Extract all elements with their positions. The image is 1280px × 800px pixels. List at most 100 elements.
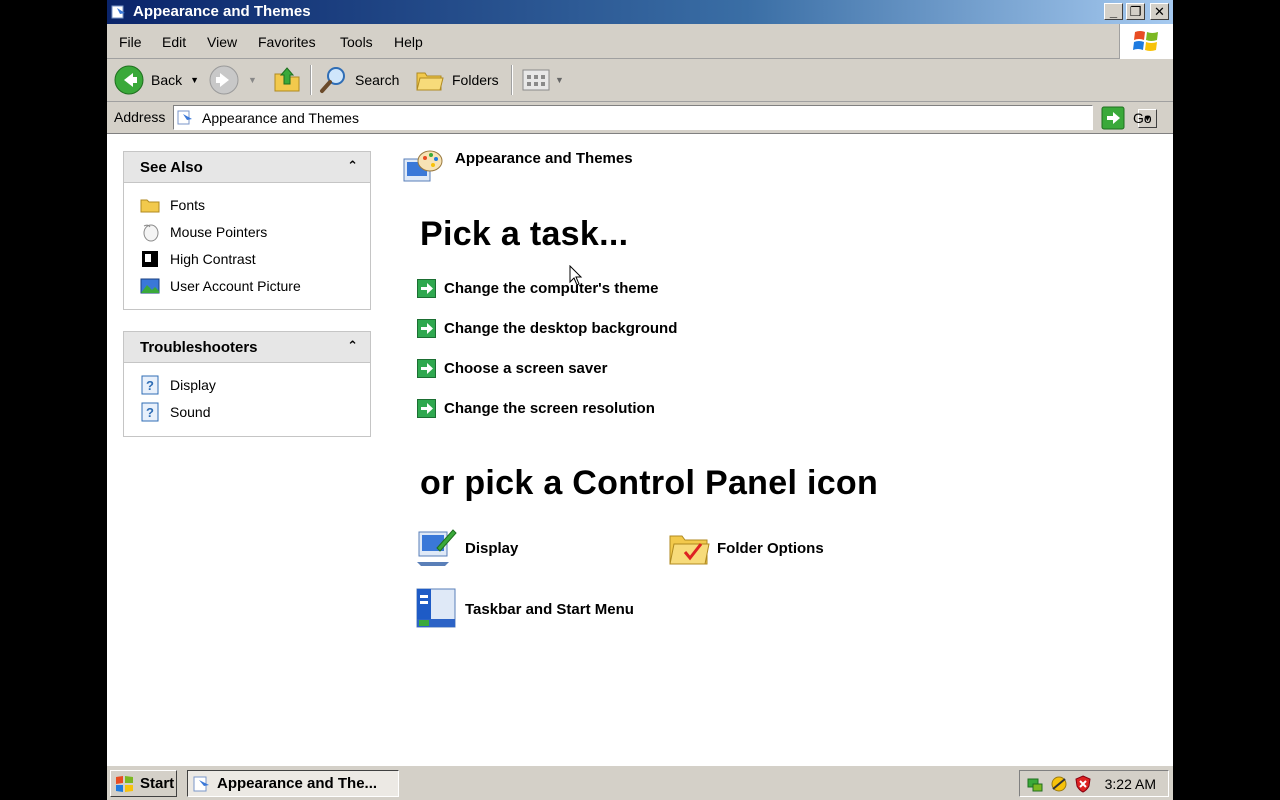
window-title: Appearance and Themes (133, 3, 311, 20)
see-also-panel: See Also ⌃ Fonts Mouse Pointers High Con… (123, 151, 371, 310)
see-also-header[interactable]: See Also ⌃ (124, 152, 370, 183)
address-input[interactable]: Appearance and Themes ▼ (173, 105, 1157, 130)
see-also-item-label: Fonts (170, 196, 206, 213)
display-icon (417, 529, 457, 566)
taskbar-icon (416, 588, 456, 628)
cp-icon-taskbar-start-menu[interactable]: Taskbar and Start Menu (415, 587, 634, 631)
up-folder-button[interactable] (271, 64, 303, 96)
toolbar: Back ▼ ▼ Search Folders ▼ (107, 59, 1173, 102)
menu-view[interactable]: View (207, 34, 237, 50)
collapse-icon[interactable]: ⌃ (347, 158, 358, 174)
search-label: Search (355, 72, 400, 88)
back-dropdown-icon[interactable]: ▼ (190, 75, 199, 85)
back-label: Back (151, 72, 183, 88)
views-icon (522, 69, 550, 91)
address-bar: Address Appearance and Themes ▼ Go (107, 102, 1173, 134)
task-label: Change the computer's theme (444, 279, 659, 297)
help-icon: ? (141, 402, 159, 421)
start-button[interactable]: Start (110, 770, 177, 797)
svg-text:?: ? (146, 378, 154, 393)
task-label: Change the desktop background (444, 319, 678, 337)
views-button[interactable]: ▼ (521, 64, 564, 96)
task-label: Choose a screen saver (444, 359, 608, 377)
cp-icon-label: Display (465, 539, 519, 557)
task-change-background[interactable]: Change the desktop background (417, 317, 677, 339)
pick-task-heading: Pick a task... (420, 215, 629, 253)
control-panel-icon (193, 776, 209, 791)
see-also-item-label: User Account Picture (170, 277, 301, 294)
network-icon[interactable] (1026, 775, 1044, 793)
back-button[interactable]: Back ▼ (113, 64, 199, 96)
taskbar-button-appearance-themes[interactable]: Appearance and The... (187, 770, 399, 797)
menu-file[interactable]: File (119, 34, 142, 50)
search-icon (320, 67, 345, 93)
troubleshooter-sound[interactable]: ? Sound (124, 398, 370, 425)
task-screen-saver[interactable]: Choose a screen saver (417, 357, 607, 379)
troubleshooter-display[interactable]: ? Display (124, 371, 370, 398)
forward-dropdown-icon[interactable]: ▼ (248, 75, 257, 85)
task-arrow-icon (417, 358, 436, 378)
folders-button[interactable]: Folders (414, 64, 499, 96)
mouse-icon (143, 224, 159, 241)
cp-icon-label: Taskbar and Start Menu (465, 600, 634, 618)
task-screen-resolution[interactable]: Change the screen resolution (417, 397, 655, 419)
toolbar-separator (511, 65, 513, 95)
troubleshooters-panel: Troubleshooters ⌃ ? Display ? Sound (123, 331, 371, 437)
menu-edit[interactable]: Edit (162, 34, 186, 50)
taskbar-button-label: Appearance and The... (217, 775, 378, 792)
troubleshooters-header[interactable]: Troubleshooters ⌃ (124, 332, 370, 363)
windows-flag-icon (116, 775, 133, 792)
menu-tools[interactable]: Tools (340, 34, 373, 50)
up-folder-icon (274, 67, 300, 92)
troubleshooters-title: Troubleshooters (140, 339, 258, 356)
collapse-icon[interactable]: ⌃ (347, 338, 358, 354)
picture-icon (140, 278, 160, 293)
see-also-fonts[interactable]: Fonts (124, 191, 370, 218)
menu-bar: File Edit View Favorites Tools Help (107, 24, 1173, 59)
folders-icon (416, 72, 444, 91)
explorer-window: Appearance and Themes _ ❐ ✕ File Edit Vi… (107, 0, 1173, 800)
restore-button[interactable]: ❐ (1126, 3, 1145, 20)
views-dropdown-icon[interactable]: ▼ (555, 75, 564, 85)
menu-help[interactable]: Help (394, 34, 423, 50)
title-bar[interactable]: Appearance and Themes _ ❐ ✕ (107, 0, 1173, 24)
system-tray: 3:22 AM (1019, 770, 1169, 797)
help-icon: ? (141, 375, 159, 394)
mouse-cursor-icon (569, 265, 583, 286)
forward-button[interactable]: ▼ (208, 64, 257, 96)
go-arrow-icon (1101, 106, 1125, 130)
see-also-item-label: Mouse Pointers (170, 223, 268, 240)
folder-icon (140, 199, 160, 212)
shield-icon[interactable] (1074, 775, 1092, 793)
svg-text:?: ? (146, 405, 154, 420)
minimize-button[interactable]: _ (1104, 3, 1123, 20)
back-arrow-icon (114, 65, 144, 95)
folders-label: Folders (452, 72, 499, 88)
menu-favorites[interactable]: Favorites (258, 34, 316, 50)
search-button[interactable]: Search (317, 64, 399, 96)
task-arrow-icon (417, 278, 436, 298)
forward-arrow-icon (209, 65, 239, 95)
task-label: Change the screen resolution (444, 399, 655, 417)
cp-icon-display[interactable]: Display (415, 526, 518, 570)
task-change-theme[interactable]: Change the computer's theme (417, 277, 658, 299)
cp-icon-folder-options[interactable]: Folder Options (667, 526, 824, 570)
go-button[interactable]: Go (1101, 106, 1152, 130)
security-alert-icon[interactable] (1050, 775, 1068, 793)
category-title: Appearance and Themes (455, 150, 633, 167)
windows-flag-icon (1133, 31, 1158, 51)
see-also-item-label: High Contrast (170, 250, 256, 267)
close-button[interactable]: ✕ (1150, 3, 1169, 20)
taskbar: Start Appearance and The... 3:22 AM (107, 764, 1173, 800)
address-label: Address (114, 109, 166, 125)
cp-icon-label: Folder Options (717, 539, 824, 557)
clock: 3:22 AM (1104, 776, 1156, 792)
task-arrow-icon (417, 398, 436, 418)
troubleshooter-item-label: Sound (170, 403, 211, 420)
control-panel-icon (177, 110, 192, 125)
address-value: Appearance and Themes (202, 110, 359, 126)
see-also-high-contrast[interactable]: High Contrast (124, 245, 370, 272)
appearance-themes-icon (403, 150, 443, 182)
see-also-mouse-pointers[interactable]: Mouse Pointers (124, 218, 370, 245)
see-also-user-account-picture[interactable]: User Account Picture (124, 272, 370, 299)
